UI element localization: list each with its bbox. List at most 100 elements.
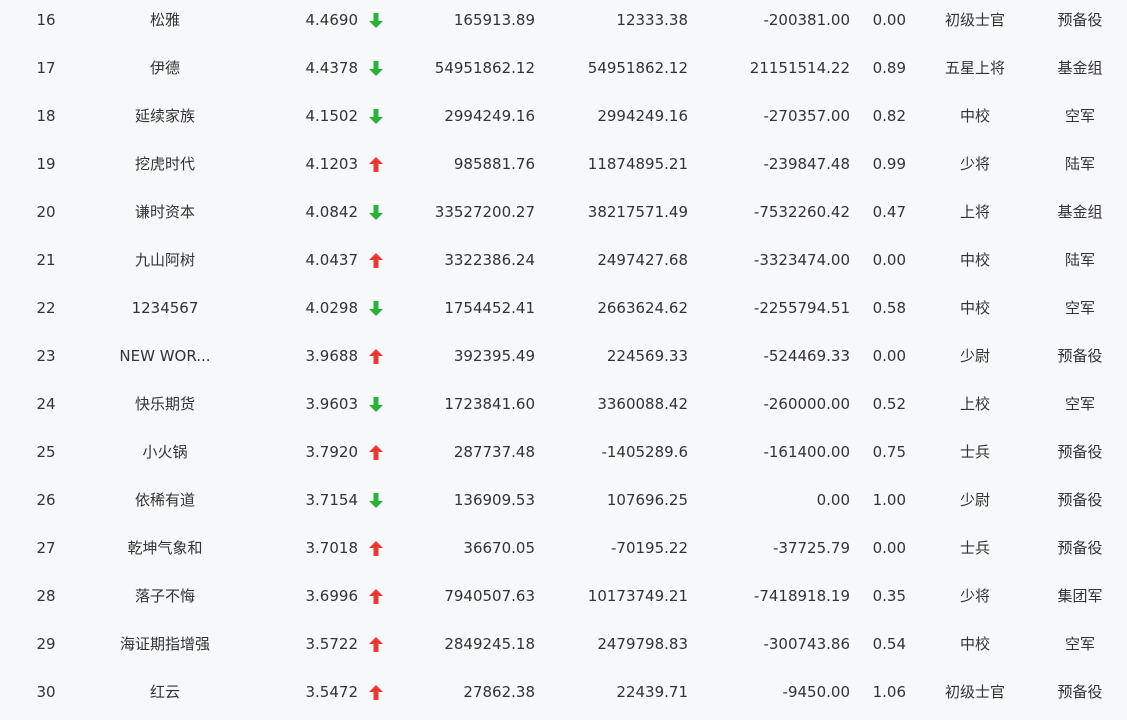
- rank-cell: 17: [36, 59, 56, 77]
- table-row[interactable]: 16 松雅 4.4690 165913.89 12333.38 -200381.00 0.0…: [0, 0, 1127, 48]
- name-cell: 落子不悔: [134, 587, 195, 605]
- name-cell: 谦时资本: [134, 203, 195, 221]
- rank-title-cell: 少将: [959, 155, 990, 173]
- value2-cell: -1405289.6: [601, 443, 688, 461]
- branch-cell: 预备役: [1057, 11, 1103, 29]
- score-cell: 4.1203: [305, 155, 359, 173]
- value1-cell: 165913.89: [453, 11, 535, 29]
- branch-cell: 基金组: [1057, 203, 1103, 221]
- score-cell: 3.9603: [305, 395, 359, 413]
- ratio-cell: 0.00: [872, 347, 906, 365]
- score-cell: 3.6996: [305, 587, 359, 605]
- value1-cell: 136909.53: [453, 491, 535, 509]
- rank-cell: 23: [36, 347, 56, 365]
- branch-cell: 空军: [1064, 107, 1095, 125]
- value2-cell: 10173749.21: [587, 587, 688, 605]
- score-cell: 4.1502: [305, 107, 359, 125]
- rank-title-cell: 上校: [959, 395, 990, 413]
- branch-cell: 基金组: [1057, 59, 1103, 77]
- ratio-cell: 0.00: [872, 539, 906, 557]
- branch-cell: 预备役: [1057, 683, 1103, 701]
- table-row[interactable]: 19 挖虎时代 4.1203 985881.76 11874895.21 -239847.…: [0, 144, 1127, 192]
- table-row[interactable]: 18 延续家族 4.1502 2994249.16 2994249.16 -270357.…: [0, 96, 1127, 144]
- name-cell: 海证期指增强: [119, 635, 210, 653]
- value1-cell: 1723841.60: [444, 395, 535, 413]
- score-cell: 4.0298: [305, 299, 359, 317]
- value2-cell: 3360088.42: [597, 395, 688, 413]
- value3-cell: -200381.00: [763, 11, 850, 29]
- rank-cell: 24: [36, 395, 56, 413]
- branch-cell: 陆军: [1064, 251, 1095, 269]
- ratio-cell: 1.00: [872, 491, 906, 509]
- score-cell: 3.7920: [305, 443, 359, 461]
- value2-cell: 2994249.16: [597, 107, 688, 125]
- score-cell: 4.0437: [305, 251, 359, 269]
- rank-title-cell: 中校: [959, 635, 990, 653]
- name-cell: 乾坤气象和: [127, 539, 203, 557]
- rank-cell: 22: [36, 299, 56, 317]
- value2-cell: 224569.33: [606, 347, 688, 365]
- arrow-up-icon: [368, 432, 384, 472]
- branch-cell: 预备役: [1057, 539, 1103, 557]
- score-cell: 3.7018: [305, 539, 359, 557]
- table-row[interactable]: 27 乾坤气象和 3.7018 36670.05 -70195.22 -37725.79 0…: [0, 528, 1127, 576]
- arrow-up-icon: [368, 624, 384, 664]
- value1-cell: 1754452.41: [444, 299, 535, 317]
- ratio-cell: 1.06: [872, 683, 906, 701]
- rank-cell: 29: [36, 635, 56, 653]
- arrow-up-icon: [368, 672, 384, 712]
- score-cell: 4.4378: [305, 59, 359, 77]
- value1-cell: 392395.49: [453, 347, 535, 365]
- branch-cell: 空军: [1064, 299, 1095, 317]
- name-cell: 小火锅: [142, 443, 188, 461]
- value1-cell: 36670.05: [463, 539, 535, 557]
- name-cell: 九山阿树: [134, 251, 195, 269]
- table-row[interactable]: 30 红云 3.5472 27862.38 22439.71 -9450.00 1.06 初级…: [0, 672, 1127, 720]
- table-row[interactable]: 23 NEW WOR... 3.9688 392395.49 224569.33 -524…: [0, 336, 1127, 384]
- value3-cell: -9450.00: [782, 683, 850, 701]
- rank-title-cell: 少尉: [959, 491, 990, 509]
- ratio-cell: 0.82: [872, 107, 906, 125]
- table-row[interactable]: 28 落子不悔 3.6996 7940507.63 10173749.21 -741891…: [0, 576, 1127, 624]
- ratio-cell: 0.89: [872, 59, 906, 77]
- table-row[interactable]: 25 小火锅 3.7920 287737.48 -1405289.6 -161400.00…: [0, 432, 1127, 480]
- score-cell: 4.4690: [305, 11, 359, 29]
- table-row[interactable]: 21 九山阿树 4.0437 3322386.24 2497427.68 -3323474…: [0, 240, 1127, 288]
- ratio-cell: 0.75: [872, 443, 906, 461]
- table-row[interactable]: 22 1234567 4.0298 1754452.41 2663624.62 -2255…: [0, 288, 1127, 336]
- branch-cell: 集团军: [1057, 587, 1103, 605]
- ratio-cell: 0.00: [872, 251, 906, 269]
- branch-cell: 预备役: [1057, 347, 1103, 365]
- rank-cell: 30: [36, 683, 56, 701]
- value3-cell: -270357.00: [763, 107, 850, 125]
- value1-cell: 2994249.16: [444, 107, 535, 125]
- value3-cell: -7532260.42: [753, 203, 850, 221]
- branch-cell: 预备役: [1057, 491, 1103, 509]
- arrow-down-icon: [368, 96, 384, 136]
- value3-cell: -7418918.19: [753, 587, 850, 605]
- name-cell: 松雅: [149, 11, 180, 29]
- value2-cell: -70195.22: [611, 539, 688, 557]
- rank-cell: 20: [36, 203, 56, 221]
- arrow-down-icon: [368, 288, 384, 328]
- value3-cell: -37725.79: [773, 539, 850, 557]
- value2-cell: 11874895.21: [587, 155, 688, 173]
- rank-title-cell: 中校: [959, 299, 990, 317]
- table-row[interactable]: 20 谦时资本 4.0842 33527200.27 38217571.49 -75322…: [0, 192, 1127, 240]
- name-cell: 挖虎时代: [134, 155, 195, 173]
- value3-cell: -161400.00: [763, 443, 850, 461]
- rank-title-cell: 五星上将: [944, 59, 1005, 77]
- value1-cell: 27862.38: [463, 683, 535, 701]
- table-row[interactable]: 17 伊德 4.4378 54951862.12 54951862.12 21151514…: [0, 48, 1127, 96]
- table-row[interactable]: 24 快乐期货 3.9603 1723841.60 3360088.42 -260000.…: [0, 384, 1127, 432]
- value3-cell: -239847.48: [763, 155, 850, 173]
- rank-title-cell: 士兵: [959, 539, 990, 557]
- rank-title-cell: 上将: [959, 203, 990, 221]
- arrow-down-icon: [368, 384, 384, 424]
- arrow-down-icon: [368, 48, 384, 88]
- score-cell: 3.5472: [305, 683, 359, 701]
- rank-title-cell: 初级士官: [944, 11, 1005, 29]
- table-row[interactable]: 26 依稀有道 3.7154 136909.53 107696.25 0.00 1.00 少尉…: [0, 480, 1127, 528]
- rank-cell: 27: [36, 539, 56, 557]
- table-row[interactable]: 29 海证期指增强 3.5722 2849245.18 2479798.83 -30074…: [0, 624, 1127, 672]
